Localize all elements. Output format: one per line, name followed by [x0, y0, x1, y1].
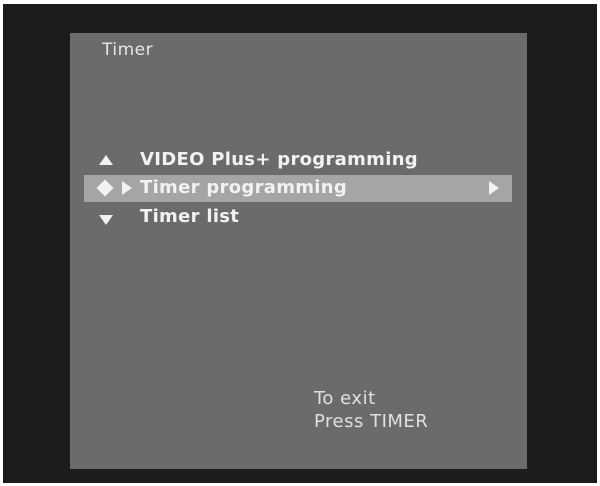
right-arrow-icon[interactable] [489, 181, 499, 195]
tv-bezel: Timer VIDEO Plus+ programming Timer prog… [3, 4, 597, 483]
menu-item-label: VIDEO Plus+ programming [140, 149, 418, 170]
up-arrow-icon [99, 155, 113, 165]
menu-item-label: Timer list [140, 206, 240, 227]
page-title: Timer [102, 40, 154, 60]
cursor-right-arrow-icon [122, 181, 132, 195]
diamond-cursor-icon [96, 179, 114, 197]
menu-item-timer-list[interactable]: Timer list [84, 204, 512, 231]
down-arrow-icon [99, 215, 113, 225]
menu-item-label: Timer programming [140, 177, 348, 198]
exit-hint-line: Press TIMER [314, 411, 429, 432]
exit-hint: To exit Press TIMER [314, 387, 428, 433]
menu-item-timer-programming[interactable]: Timer programming [84, 175, 512, 202]
menu-item-video-plus-programming[interactable]: VIDEO Plus+ programming [84, 147, 512, 174]
osd-screen: Timer VIDEO Plus+ programming Timer prog… [70, 33, 527, 469]
exit-hint-line: To exit [314, 388, 376, 409]
